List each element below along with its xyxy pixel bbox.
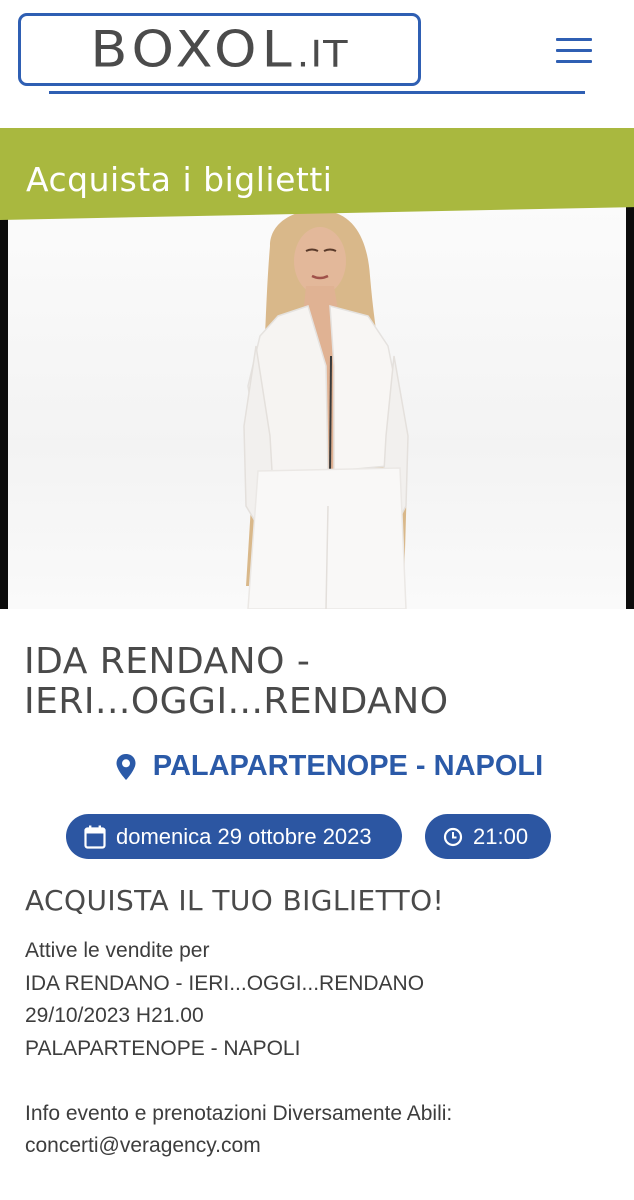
description-line: Attive le vendite per	[25, 939, 210, 962]
info-line: Info evento e prenotazioni Diversamente …	[25, 1101, 453, 1125]
hamburger-menu-icon[interactable]	[556, 38, 592, 66]
description-line: 29/10/2023 H21.00	[25, 1004, 204, 1027]
description-line: IDA RENDANO - IERI...OGGI...RENDANO	[25, 971, 425, 995]
event-date: domenica 29 ottobre 2023	[116, 823, 372, 849]
event-time-badge: 21:00	[425, 814, 551, 859]
event-image	[0, 206, 634, 609]
header-divider	[49, 91, 585, 94]
event-photo	[8, 206, 626, 609]
venue-label: PALAPARTENOPE - NAPOLI	[152, 750, 544, 782]
event-title: IDA RENDANO - IERI...OGGI...RENDANO	[24, 641, 449, 722]
calendar-icon	[84, 825, 106, 849]
contact-email-link[interactable]: concerti@veragency.com	[25, 1130, 615, 1163]
map-pin-icon	[116, 753, 136, 780]
site-logo[interactable]: BOXOL.IT	[18, 13, 421, 86]
logo-text: BOXOL.IT	[90, 20, 349, 79]
site-header: BOXOL.IT	[0, 0, 634, 128]
purchase-heading: ACQUISTA IL TUO BIGLIETTO!	[25, 884, 445, 917]
purchase-description: Attive le vendite per IDA RENDANO - IERI…	[25, 935, 615, 1163]
event-time: 21:00	[473, 823, 529, 849]
event-venue[interactable]: PALAPARTENOPE - NAPOLI	[0, 750, 634, 783]
event-date-badge: domenica 29 ottobre 2023	[66, 814, 402, 859]
description-spacer	[25, 1065, 615, 1098]
clock-icon	[443, 827, 463, 846]
description-line: PALAPARTENOPE - NAPOLI	[25, 1036, 301, 1060]
banner-title: Acquista i biglietti	[26, 160, 333, 199]
